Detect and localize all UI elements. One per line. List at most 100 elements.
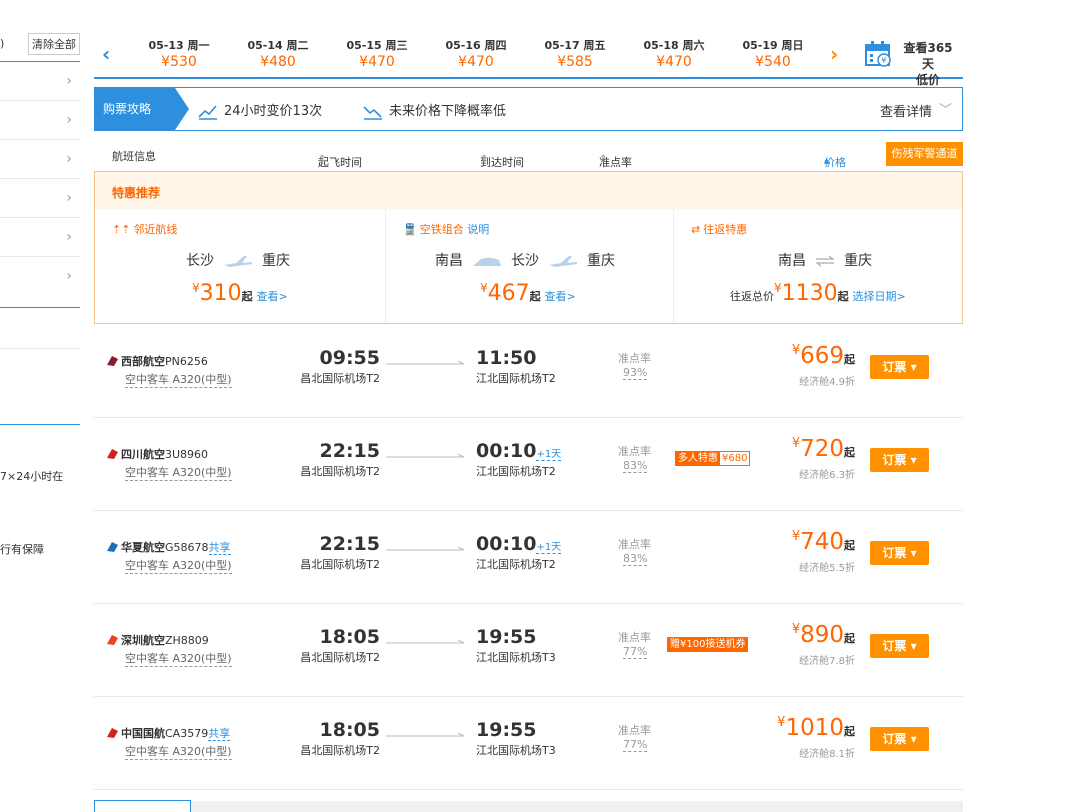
- ontime-rate[interactable]: 83%: [623, 552, 648, 566]
- filter-row[interactable]: ›: [0, 62, 80, 101]
- next-dates-button[interactable]: ›: [830, 42, 838, 66]
- round-trip-offer[interactable]: ⇄ 往返特惠 南昌 重庆 往返总价¥1130起 选择日期>: [673, 209, 962, 323]
- promo-badge[interactable]: 赠¥100接送机券: [667, 637, 749, 652]
- aircraft-type[interactable]: 空中客车 A320(中型): [125, 650, 232, 667]
- arrival-airport: 江北国际机场T2: [476, 372, 556, 385]
- date-option[interactable]: 05-19 周日 ¥540: [728, 38, 818, 70]
- airline-logo-icon: [106, 634, 119, 646]
- nearby-view-link[interactable]: 查看>: [256, 290, 287, 303]
- nearby-route-offer[interactable]: ⇡⇡ 邻近航线 长沙 重庆 ¥310起 查看>: [95, 209, 385, 323]
- ontime-rate[interactable]: 93%: [623, 366, 648, 380]
- airline-info: 西部航空PN6256: [106, 353, 208, 369]
- cabin-discount: 经济舱6.3折: [799, 470, 855, 481]
- clear-all-button[interactable]: 清除全部: [28, 33, 80, 55]
- date-price: ¥530: [161, 54, 197, 70]
- date-option[interactable]: 05-17 周五 ¥585: [530, 38, 620, 70]
- airline-info: 中国国航CA3579共享: [106, 725, 231, 741]
- departure-airport: 昌北国际机场T2: [300, 744, 380, 757]
- round-trip-label: ⇄ 往返特惠: [691, 221, 747, 237]
- aircraft-type[interactable]: 空中客车 A320(中型): [125, 371, 232, 388]
- choose-date-link[interactable]: 选择日期>: [852, 290, 905, 303]
- aircraft-type[interactable]: 空中客车 A320(中型): [125, 557, 232, 574]
- ontime-rate[interactable]: 83%: [623, 459, 648, 473]
- date-option[interactable]: 05-18 周六 ¥470: [629, 38, 719, 70]
- sidebar-divider: [0, 307, 80, 308]
- next-day-tag[interactable]: +1天: [536, 542, 562, 554]
- plane-icon: [224, 256, 252, 267]
- date-option[interactable]: 05-13 周一 ¥530: [134, 38, 224, 70]
- air-rail-offer[interactable]: 🚆 空铁组合 说明 南昌 长沙 重庆 ¥467起 查看>: [385, 209, 673, 323]
- flight-price: ¥1010起: [777, 715, 855, 741]
- military-channel-button[interactable]: 伤残军警通道: [886, 142, 963, 166]
- book-button[interactable]: 订票 ▾: [870, 727, 929, 751]
- air-rail-explain-link[interactable]: 说明: [467, 223, 489, 236]
- filter-row[interactable]: ›: [0, 179, 80, 218]
- flight-number: G58678: [165, 541, 209, 554]
- purchase-strategy-bar: 购票攻略 24小时变价13次 未来价格下降概率低 查看详情 ﹀: [94, 87, 963, 131]
- price-from-suffix: 起: [837, 290, 849, 303]
- flight-arrow-icon: [386, 454, 465, 458]
- departure-time: 09:55: [319, 347, 380, 369]
- currency-symbol: ¥: [480, 281, 488, 295]
- chevron-down-icon[interactable]: ﹀: [939, 99, 952, 118]
- ontime-rate[interactable]: 77%: [623, 738, 648, 752]
- date-option[interactable]: 05-16 周四 ¥470: [431, 38, 521, 70]
- sidebar-top-fragment: ): [0, 37, 5, 50]
- round-trip-price: 往返总价¥1130起 选择日期>: [730, 281, 906, 306]
- flight-row[interactable]: 深圳航空ZH8809 空中客车 A320(中型) 18:05 昌北国际机场T2 19:5…: [94, 604, 963, 697]
- aircraft-type[interactable]: 空中客车 A320(中型): [125, 464, 232, 481]
- price-value: 669: [800, 343, 844, 369]
- prev-dates-button[interactable]: ‹: [102, 42, 110, 66]
- departure-airport: 昌北国际机场T2: [300, 465, 380, 478]
- sort-icon: ⇕: [480, 154, 489, 165]
- arrival-airport: 江北国际机场T3: [476, 744, 556, 757]
- sort-icon: ⇕: [599, 154, 608, 165]
- airline-logo-icon: [106, 448, 119, 460]
- airline-name: 华夏航空: [121, 541, 165, 554]
- ontime-rate[interactable]: 77%: [623, 645, 648, 659]
- book-button[interactable]: 订票 ▾: [870, 634, 929, 658]
- filter-row[interactable]: ›: [0, 140, 80, 179]
- flight-row[interactable]: 西部航空PN6256 空中客车 A320(中型) 09:55 昌北国际机场T2 11:5…: [94, 325, 963, 418]
- airline-name: 四川航空: [121, 448, 165, 461]
- flight-price: ¥890起: [792, 622, 855, 648]
- codeshare-tag[interactable]: 共享: [208, 541, 231, 555]
- filter-row[interactable]: ›: [0, 101, 80, 140]
- price-from-suffix: 起: [529, 290, 541, 303]
- aircraft-type[interactable]: 空中客车 A320(中型): [125, 743, 232, 760]
- flight-number: CA3579: [165, 727, 209, 740]
- air-rail-view-link[interactable]: 查看>: [544, 290, 575, 303]
- price-from-suffix: 起: [844, 539, 855, 552]
- filter-row[interactable]: ›: [0, 257, 80, 296]
- flight-row[interactable]: 中国国航CA3579共享 空中客车 A320(中型) 18:05 昌北国际机场T2 19…: [94, 697, 963, 790]
- currency-symbol: ¥: [192, 281, 200, 295]
- view-details-link[interactable]: 查看详情: [880, 101, 932, 120]
- ontime-label: 准点率: [618, 631, 651, 644]
- view-365-days-button[interactable]: ¥ 查看365天 低价: [864, 40, 960, 87]
- date-price: ¥480: [260, 54, 296, 70]
- book-button[interactable]: 订票 ▾: [870, 541, 929, 565]
- arrival-time: 11:50: [476, 347, 536, 369]
- promo-badge[interactable]: 多人特惠 ¥680: [675, 451, 751, 466]
- flight-row[interactable]: 四川航空3U8960 空中客车 A320(中型) 22:15 昌北国际机场T2 00:1…: [94, 418, 963, 511]
- round-trip-total-label: 往返总价: [730, 290, 774, 303]
- special-offers-title: 特惠推荐: [112, 186, 161, 200]
- date-option[interactable]: 05-15 周三 ¥470: [332, 38, 422, 70]
- currency-symbol: ¥: [774, 281, 782, 295]
- book-button[interactable]: 订票 ▾: [870, 355, 929, 379]
- book-button[interactable]: 订票 ▾: [870, 448, 929, 472]
- departure-time: 22:15: [319, 440, 380, 462]
- date-option[interactable]: 05-14 周二 ¥480: [233, 38, 323, 70]
- filter-row[interactable]: ›: [0, 218, 80, 257]
- date-label: 05-17 周五: [544, 39, 606, 52]
- sort-icon: ⇕: [318, 154, 327, 165]
- arrival-time: 00:10+1天: [476, 440, 562, 462]
- promo-price: ¥680: [722, 453, 748, 464]
- route-to: 重庆: [587, 253, 615, 269]
- pagination-tab[interactable]: [94, 800, 191, 812]
- date-label: 05-16 周四: [445, 39, 507, 52]
- next-day-tag[interactable]: +1天: [536, 449, 562, 461]
- flight-row[interactable]: 华夏航空G58678共享 空中客车 A320(中型) 22:15 昌北国际机场T2 00…: [94, 511, 963, 604]
- sidebar-divider: [0, 348, 80, 349]
- codeshare-tag[interactable]: 共享: [208, 727, 231, 741]
